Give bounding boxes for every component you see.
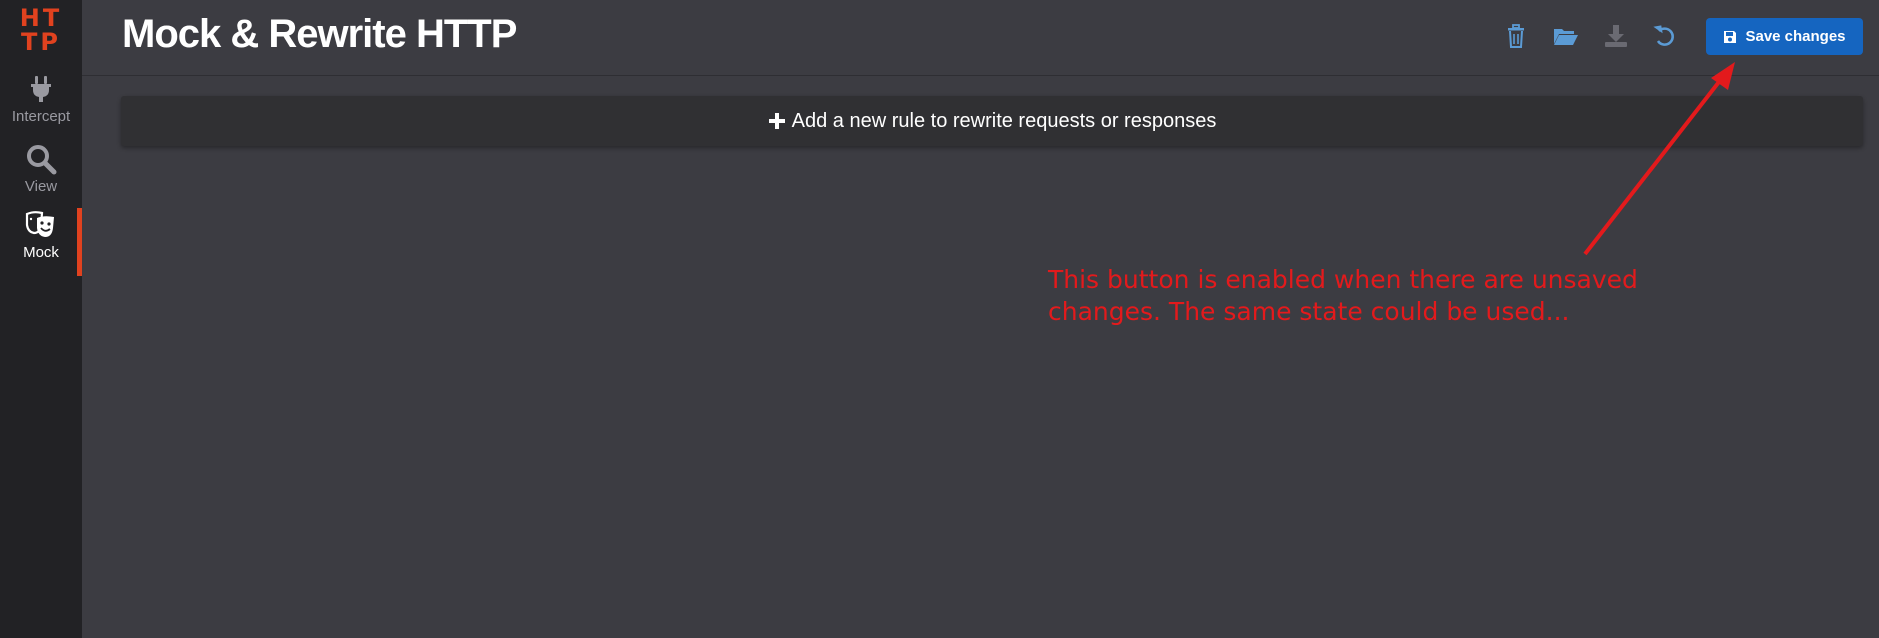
undo-icon[interactable] <box>1651 22 1679 50</box>
sidebar-item-label: View <box>24 178 58 195</box>
sidebar-item-mock[interactable]: Mock <box>0 208 82 276</box>
logo-line-1: HT <box>19 4 63 32</box>
plug-icon <box>31 76 51 102</box>
floppy-disk-icon <box>1724 30 1737 43</box>
add-rule-button[interactable]: Add a new rule to rewrite requests or re… <box>121 96 1863 146</box>
plus-icon <box>768 113 785 129</box>
sidebar-item-view[interactable]: View <box>0 142 82 210</box>
sidebar: HT TP Intercept View Mock <box>0 0 82 638</box>
download-icon[interactable] <box>1602 22 1630 50</box>
add-rule-label: Add a new rule to rewrite requests or re… <box>791 109 1217 132</box>
trash-icon[interactable] <box>1502 22 1530 50</box>
app-logo[interactable]: HT TP <box>16 6 66 58</box>
sidebar-item-label: Mock <box>23 244 59 261</box>
save-changes-button[interactable]: Save changes <box>1706 18 1863 55</box>
page-header: Mock & Rewrite HTTP Save changes <box>82 0 1879 76</box>
app-window: HT TP Intercept View Mock Mock & Rewrite… <box>0 0 1879 638</box>
sidebar-item-intercept[interactable]: Intercept <box>0 72 82 140</box>
sidebar-item-label: Intercept <box>11 108 71 125</box>
logo-line-2: TP <box>21 28 61 56</box>
folder-open-icon[interactable] <box>1552 22 1580 50</box>
save-button-label: Save changes <box>1745 28 1846 45</box>
theater-masks-icon <box>25 211 54 237</box>
page-title: Mock & Rewrite HTTP <box>122 12 517 56</box>
search-icon <box>27 145 57 175</box>
annotation-text: This button is enabled when there are un… <box>1048 265 1638 326</box>
